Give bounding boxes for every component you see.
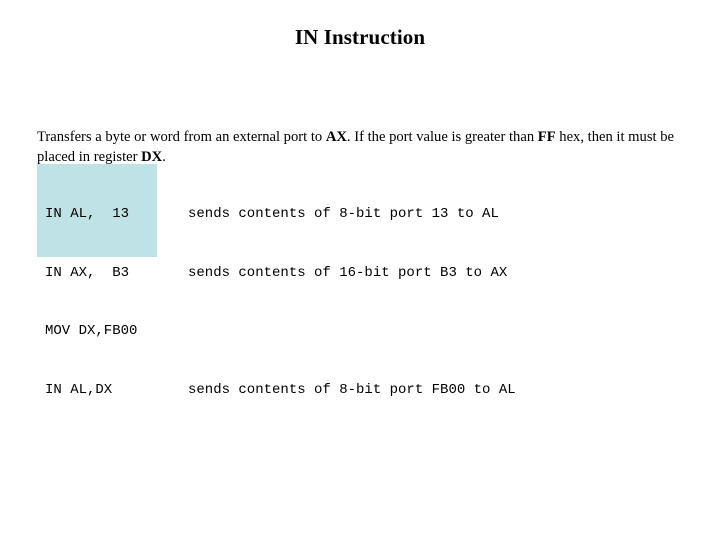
code-line: MOV DX,FB00 [45, 323, 138, 339]
paragraph-bold-ax: AX [325, 128, 347, 145]
code-listing: IN AL, 13 IN AX, B3 MOV DX,FB00 IN AL,DX [45, 166, 137, 439]
example-area: IN AL, 13 IN AX, B3 MOV DX,FB00 IN AL,DX… [0, 164, 720, 398]
code-line: IN AL,DX [45, 381, 113, 398]
description-line: sends contents of 8-bit port FB00 to AL [188, 381, 516, 398]
body-paragraph: Transfers a byte or word from an externa… [37, 127, 677, 167]
description-line: sends contents of 8-bit port 13 to AL [188, 206, 499, 222]
code-line: IN AX, B3 [45, 264, 130, 281]
slide-canvas: IN Instruction Transfers a byte or word … [0, 0, 720, 540]
description-listing: sends contents of 8-bit port 13 to AL se… [188, 166, 516, 439]
paragraph-segment-4: . [162, 148, 166, 165]
code-line: IN AL, 13 [45, 206, 130, 222]
paragraph-bold-ff: FF [537, 128, 556, 145]
description-line: sends contents of 16-bit port B3 to AX [188, 264, 508, 281]
paragraph-segment-1: Transfers a byte or word from an externa… [37, 128, 326, 145]
paragraph-bold-dx: DX [141, 148, 163, 165]
paragraph-segment-2: . If the port value is greater than [346, 128, 538, 145]
page-title: IN Instruction [294, 25, 426, 49]
